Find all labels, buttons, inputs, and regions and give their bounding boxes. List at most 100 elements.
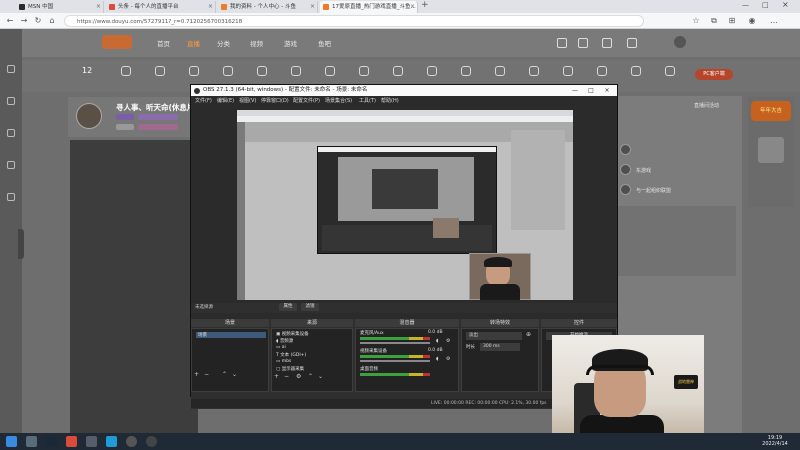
source-item[interactable]: ▭ mbs bbox=[276, 359, 291, 364]
app-red-icon[interactable] bbox=[66, 436, 77, 447]
close-tab-icon[interactable]: × bbox=[310, 1, 315, 13]
maximize-window-button[interactable]: □ bbox=[762, 1, 769, 9]
tab-douyu-live[interactable]: 17爱原直播_热门游戏直播_斗鱼... × bbox=[320, 1, 418, 13]
scenes-list[interactable]: 场景 + − ⌃ ⌄ bbox=[191, 328, 269, 392]
gear-icon[interactable]: ⚙ bbox=[446, 356, 450, 362]
sources-list[interactable]: ▣ 视频采集设备 ◖ 音频源 ▭ ai T 文本 (GDI+) ▭ mbs ▢ … bbox=[271, 328, 353, 392]
move-down-button[interactable]: ⌄ bbox=[232, 371, 237, 378]
move-down-button[interactable]: ⌄ bbox=[318, 373, 323, 380]
history-icon[interactable] bbox=[557, 38, 567, 48]
user-avatar[interactable] bbox=[674, 36, 686, 48]
back-icon[interactable]: ← bbox=[4, 14, 16, 28]
properties-button[interactable]: 属性 bbox=[279, 303, 297, 311]
category-item[interactable] bbox=[624, 64, 648, 90]
sidebar-item-game[interactable] bbox=[3, 159, 19, 179]
category-item[interactable] bbox=[148, 64, 172, 90]
nav-live[interactable]: 直播 bbox=[187, 38, 200, 48]
add-transition-icon[interactable]: ⊕ bbox=[526, 331, 531, 338]
source-item[interactable]: ▭ ai bbox=[276, 345, 286, 350]
extensions-icon[interactable]: ⧉ bbox=[708, 14, 720, 28]
add-source-button[interactable]: + bbox=[274, 373, 279, 380]
obs-preview-canvas[interactable] bbox=[237, 110, 573, 300]
move-up-button[interactable]: ⌃ bbox=[222, 371, 227, 378]
pc-client-button[interactable]: PC客户端 bbox=[695, 69, 733, 80]
duration-input[interactable]: 300 ms bbox=[480, 343, 520, 351]
speaker-icon[interactable]: ◖ bbox=[436, 338, 439, 344]
side-item[interactable]: 直播间活动 bbox=[694, 102, 719, 109]
menu-profile[interactable]: 配置文件(P) bbox=[293, 96, 320, 107]
preview-webcam-source[interactable] bbox=[469, 253, 531, 300]
message-icon[interactable] bbox=[578, 38, 588, 48]
close-window-button[interactable]: × bbox=[782, 0, 789, 9]
minimize-window-button[interactable]: — bbox=[567, 85, 583, 96]
move-up-button[interactable]: ⌃ bbox=[308, 373, 313, 380]
menu-scene-collection[interactable]: 场景集合(S) bbox=[325, 96, 352, 107]
source-item[interactable]: T 文本 (GDI+) bbox=[276, 352, 306, 358]
collections-icon[interactable]: ⊞ bbox=[726, 14, 738, 28]
streamer-avatar[interactable] bbox=[76, 103, 102, 129]
menu-view[interactable]: 视图(V) bbox=[239, 96, 256, 107]
taskbar-clock[interactable]: 19:19 2022/4/14 bbox=[755, 435, 795, 447]
search-icon[interactable] bbox=[26, 436, 37, 447]
remove-source-button[interactable]: − bbox=[284, 373, 289, 380]
remove-scene-button[interactable]: − bbox=[204, 371, 209, 378]
home-icon[interactable]: ⌂ bbox=[46, 14, 58, 28]
menu-edit[interactable]: 编辑(E) bbox=[217, 96, 234, 107]
favorites-icon[interactable]: ☆ bbox=[690, 14, 702, 28]
forward-icon[interactable]: → bbox=[18, 14, 30, 28]
volume-slider[interactable] bbox=[360, 342, 430, 344]
sidebar-item-video[interactable] bbox=[3, 191, 19, 211]
sidebar-item-category[interactable] bbox=[3, 127, 19, 147]
close-tab-icon[interactable]: × bbox=[410, 1, 415, 13]
douyu-logo[interactable] bbox=[102, 35, 132, 49]
close-window-button[interactable]: × bbox=[599, 85, 615, 96]
steam-icon[interactable] bbox=[46, 436, 57, 447]
nav-category[interactable]: 分类 bbox=[217, 38, 230, 48]
url-input[interactable]: https://www.douyu.com/5727911?_r=0.71202… bbox=[64, 15, 644, 27]
windows-start-icon[interactable] bbox=[6, 436, 17, 447]
sidebar-collapse-handle[interactable] bbox=[18, 229, 24, 259]
source-item[interactable]: ▣ 视频采集设备 bbox=[276, 331, 309, 337]
speaker-icon[interactable]: ◖ bbox=[436, 356, 439, 362]
source-settings-icon[interactable]: ⚙ bbox=[296, 373, 301, 380]
maximize-window-button[interactable]: □ bbox=[583, 85, 599, 96]
tab-profile[interactable]: 我的资料 - 个人中心 - 斗鱼 × bbox=[218, 1, 318, 13]
task-icon[interactable] bbox=[602, 38, 612, 48]
tab-msn[interactable]: MSN 中国 × bbox=[16, 1, 104, 13]
nav-video[interactable]: 视频 bbox=[250, 38, 263, 48]
new-tab-button[interactable]: + bbox=[421, 0, 429, 10]
video-player[interactable] bbox=[70, 140, 198, 433]
add-scene-button[interactable]: + bbox=[194, 371, 199, 378]
nav-game[interactable]: 游戏 bbox=[284, 38, 297, 48]
nav-home[interactable]: 首页 bbox=[157, 38, 170, 48]
promo-banner[interactable]: 年年大吉 bbox=[748, 97, 794, 207]
volume-slider[interactable] bbox=[360, 360, 430, 362]
download-icon[interactable] bbox=[627, 38, 637, 48]
gear-icon[interactable]: ⚙ bbox=[446, 338, 450, 344]
scene-item[interactable]: 场景 bbox=[196, 332, 266, 338]
obs-icon[interactable] bbox=[126, 436, 137, 447]
edge-icon[interactable] bbox=[106, 436, 117, 447]
transition-select[interactable]: 淡出 bbox=[466, 332, 522, 340]
close-tab-icon[interactable]: × bbox=[208, 1, 213, 13]
menu-tools[interactable]: 工具(T) bbox=[359, 96, 376, 107]
source-item[interactable]: ◖ 音频源 bbox=[276, 338, 293, 344]
nav-yuba[interactable]: 鱼吧 bbox=[318, 38, 331, 48]
minimize-window-button[interactable]: — bbox=[742, 1, 749, 9]
source-item[interactable]: ▢ 显示器采集 bbox=[276, 366, 304, 372]
folder-icon[interactable] bbox=[86, 436, 97, 447]
close-tab-icon[interactable]: × bbox=[96, 1, 101, 13]
filters-button[interactable]: 滤镜 bbox=[301, 303, 319, 311]
category-item[interactable] bbox=[114, 64, 138, 90]
tab-toutiao[interactable]: 头条 - 每个人的直播平台 × bbox=[106, 1, 216, 13]
sidebar-item-follow[interactable] bbox=[3, 95, 19, 115]
category-item[interactable] bbox=[658, 64, 682, 90]
menu-docks[interactable]: 停靠窗口(D) bbox=[261, 96, 289, 107]
obs-studio-icon[interactable] bbox=[146, 436, 157, 447]
sidebar-item-home[interactable] bbox=[3, 63, 19, 83]
menu-help[interactable]: 帮助(H) bbox=[381, 96, 399, 107]
refresh-icon[interactable]: ↻ bbox=[32, 14, 44, 28]
profile-icon[interactable]: ◉ bbox=[746, 14, 758, 28]
menu-file[interactable]: 文件(F) bbox=[195, 96, 212, 107]
more-icon[interactable]: … bbox=[768, 14, 780, 28]
